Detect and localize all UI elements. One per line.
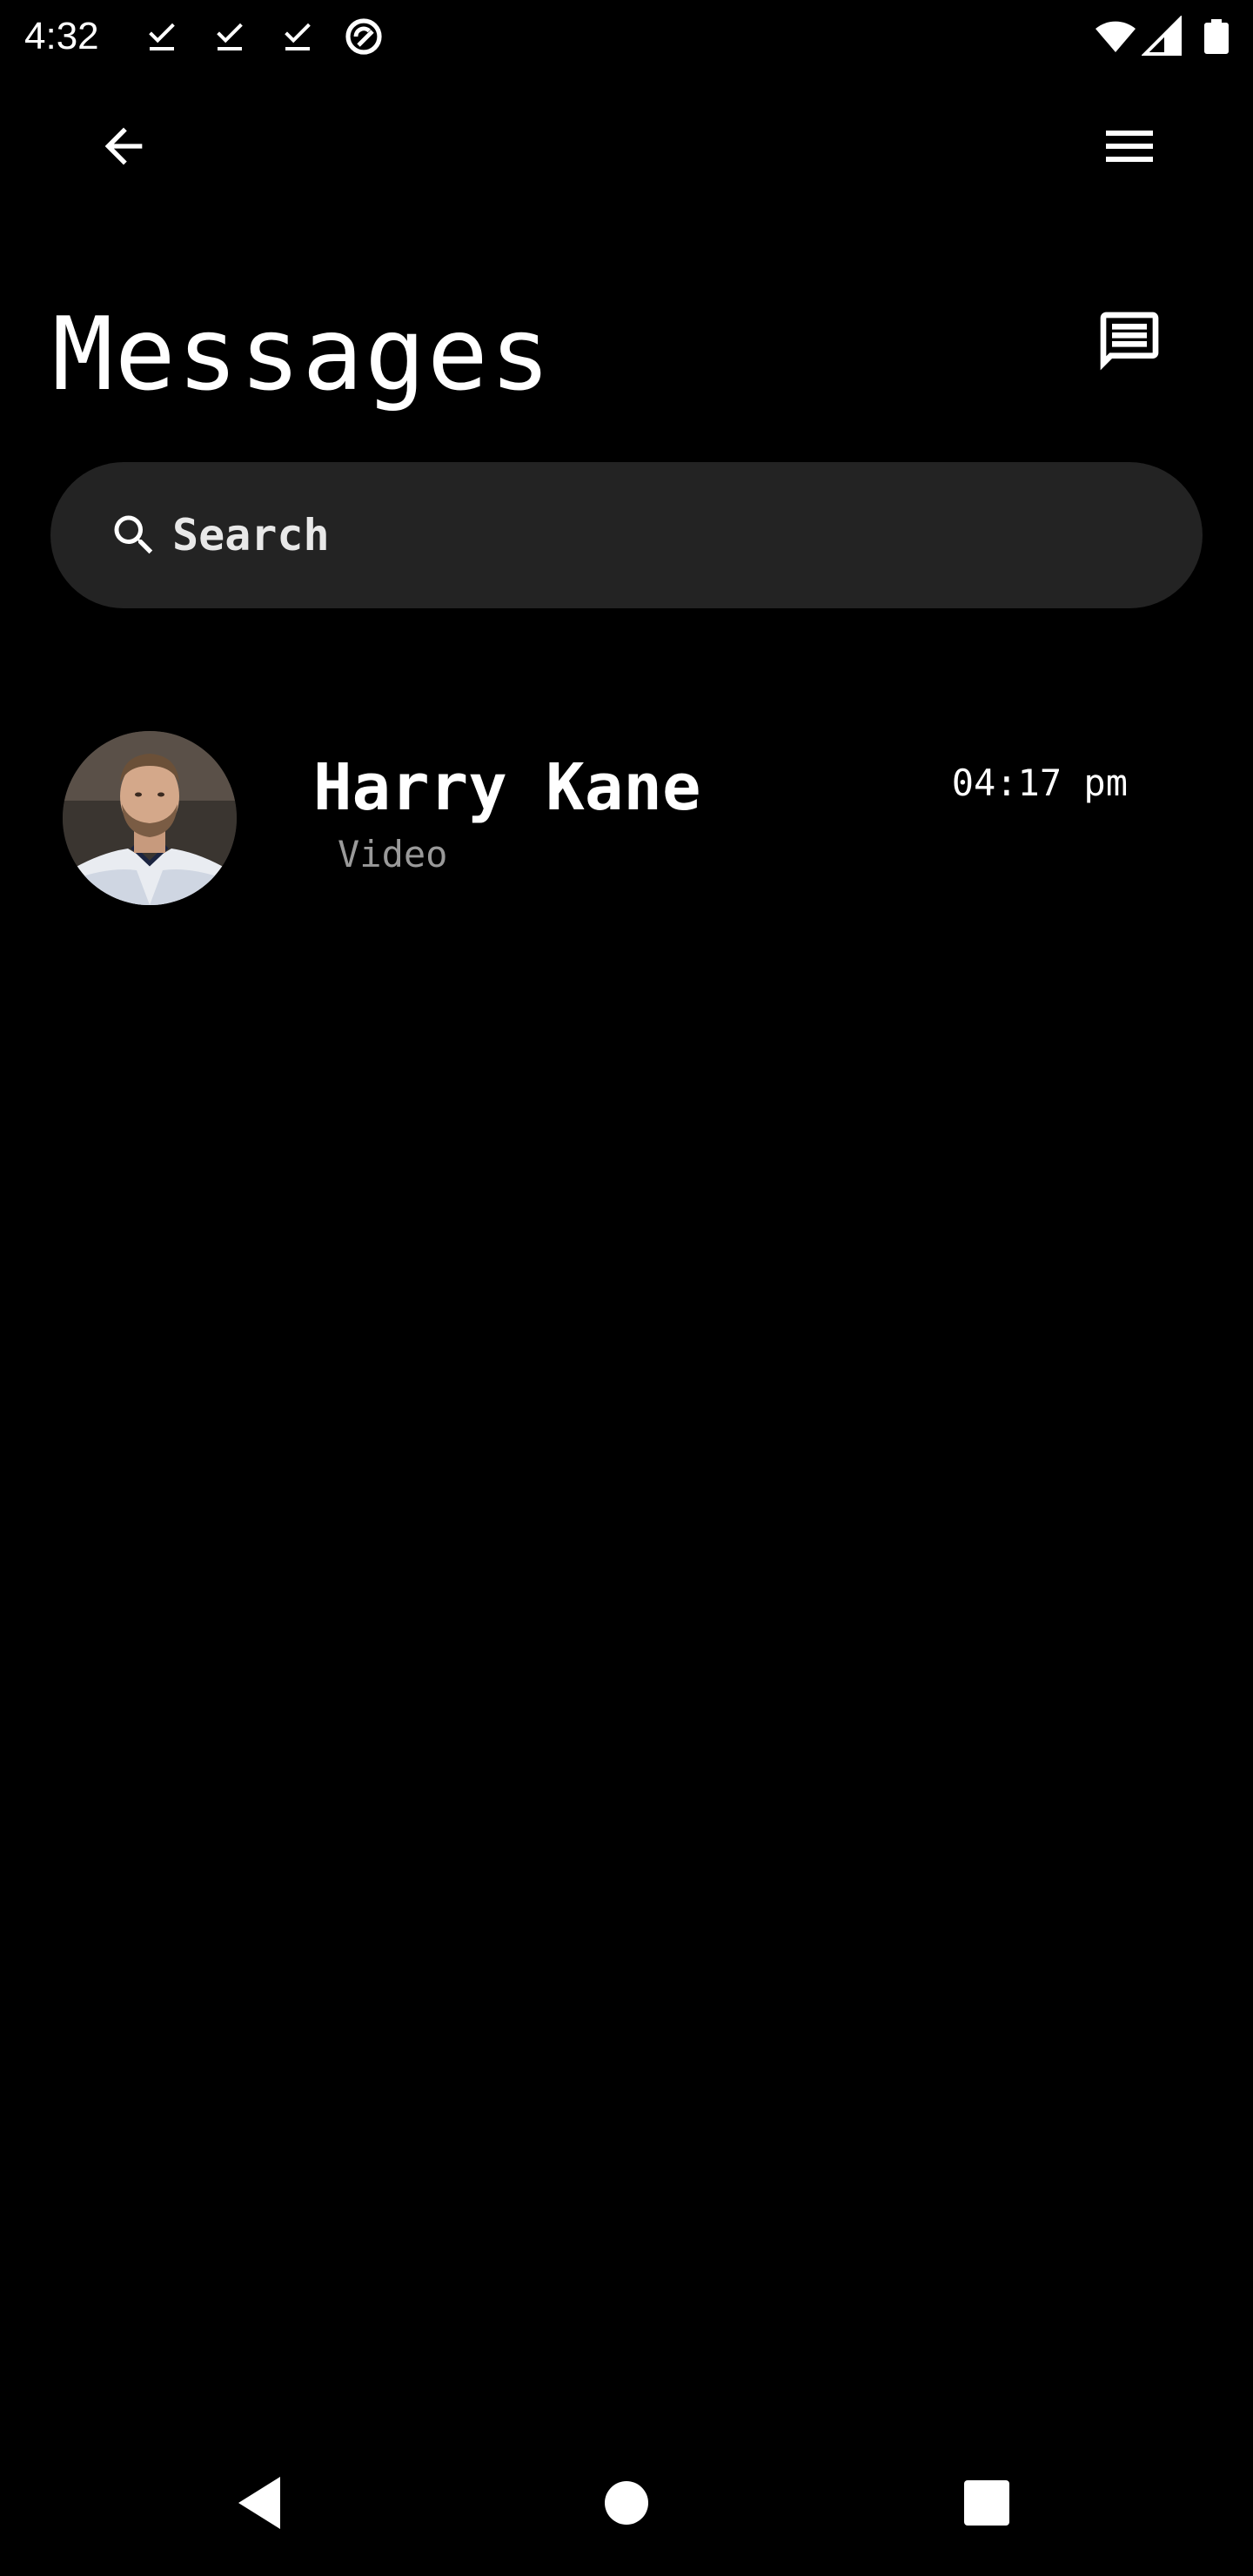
- status-bar: 4:32: [0, 0, 1253, 73]
- last-message-preview: Video: [338, 833, 448, 875]
- message-time: 04:17 pm: [951, 761, 1128, 804]
- nav-home-button[interactable]: [574, 2451, 679, 2555]
- battery-icon: [1196, 16, 1237, 57]
- recents-square-icon: [964, 2480, 1009, 2526]
- download-done-icon: [141, 16, 183, 57]
- search-input[interactable]: [172, 500, 1129, 570]
- conversation-item[interactable]: Harry Kane Video 04:17 pm: [35, 714, 1218, 922]
- nav-recents-button[interactable]: [935, 2451, 1039, 2555]
- back-triangle-icon: [238, 2477, 280, 2529]
- wifi-icon: [1095, 16, 1136, 57]
- back-button[interactable]: [82, 104, 165, 188]
- avatar: [63, 731, 237, 905]
- arrow-back-icon: [104, 127, 143, 165]
- search-bar[interactable]: [50, 462, 1203, 608]
- download-done-icon: [277, 16, 318, 57]
- chat-icon: [1100, 312, 1159, 371]
- signal-icon: [1142, 16, 1183, 57]
- nav-back-button[interactable]: [209, 2451, 313, 2555]
- home-circle-icon: [605, 2481, 648, 2525]
- hamburger-menu-icon: [1106, 131, 1153, 162]
- data-saver-icon: [343, 16, 385, 57]
- menu-button[interactable]: [1088, 104, 1171, 188]
- search-icon: [114, 515, 153, 554]
- page-title: Messages: [52, 296, 553, 413]
- new-message-button[interactable]: [1088, 299, 1171, 383]
- contact-name: Harry Kane: [313, 750, 701, 825]
- download-done-icon: [209, 16, 251, 57]
- status-time: 4:32: [24, 15, 99, 57]
